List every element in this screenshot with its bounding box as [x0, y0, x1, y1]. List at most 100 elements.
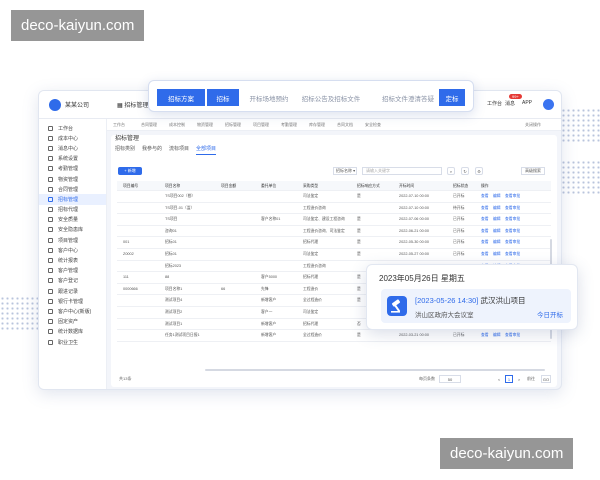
row-action-link[interactable]: 编辑: [493, 206, 501, 211]
sub-tab[interactable]: 流标项目: [169, 145, 189, 152]
sidebar-item[interactable]: 银行卡管理: [39, 296, 106, 306]
sidebar-item[interactable]: 招标代理: [39, 205, 106, 215]
row-action-link[interactable]: 查看审批: [505, 206, 520, 211]
row-action-link[interactable]: 编辑: [493, 194, 501, 199]
page-tab[interactable]: 工作台: [113, 122, 125, 128]
event-card[interactable]: [2023-05-26 14:30] 武汉洪山项目 洪山区政府大会议室 今日开标: [381, 289, 571, 323]
flow-step[interactable]: 定标: [439, 89, 465, 106]
row-action-link[interactable]: 编辑: [493, 333, 501, 338]
avatar[interactable]: [543, 99, 554, 110]
row-action-link[interactable]: 查看审批: [505, 252, 520, 257]
table-cell: 招标代理: [303, 240, 319, 245]
add-button[interactable]: + 新增: [118, 167, 142, 175]
sub-tab[interactable]: 全部项目: [196, 145, 217, 155]
sidebar-item[interactable]: 考勤管理: [39, 164, 106, 174]
column-header[interactable]: 委托单位: [261, 184, 276, 189]
column-header[interactable]: 项目金额: [221, 184, 236, 189]
column-header[interactable]: 操作: [481, 184, 489, 189]
settings-icon[interactable]: ⚙: [475, 167, 483, 175]
sub-tab[interactable]: 招标类别: [115, 145, 135, 152]
table-row[interactable]: Z0002 招标01 司法鉴定 是 2022-05-27 00:00 已开标 查看 编辑 查看审…: [117, 249, 551, 261]
row-action-link[interactable]: 编辑: [493, 252, 501, 257]
close-tabs-menu[interactable]: 关闭操作: [525, 122, 541, 128]
table-row[interactable]: 咨询01 工程造价咨询、司法鉴定 是 2022-06-21 00:00 已开标 查看 编辑查…: [117, 226, 551, 238]
table-row[interactable]: 001 招标01 招标代理 是 2022-05-30 00:00 已开标 查看 编辑 查看审批: [117, 237, 551, 249]
sidebar-item[interactable]: 物资管理: [39, 174, 106, 184]
sidebar-item[interactable]: 安全质量: [39, 215, 106, 225]
column-header[interactable]: 招标响应方式: [357, 184, 380, 189]
sub-tab[interactable]: 我参与的: [142, 145, 162, 152]
module-title[interactable]: ▦ 招标管理: [117, 100, 148, 109]
row-action-link[interactable]: 查看: [481, 194, 489, 199]
sidebar-item[interactable]: 客户中心(新版): [39, 306, 106, 316]
sidebar-item[interactable]: 统计报表: [39, 255, 106, 265]
page-tab[interactable]: 考勤管理: [281, 122, 297, 128]
horizontal-scrollbar[interactable]: [205, 369, 545, 371]
goto-button[interactable]: GO: [541, 375, 551, 383]
row-action-link[interactable]: 编辑: [493, 229, 501, 234]
page-tab[interactable]: 招标管理: [225, 122, 241, 128]
page-tab[interactable]: 项目管理: [253, 122, 269, 128]
sidebar-item[interactable]: 成本中心: [39, 133, 106, 143]
sidebar-item[interactable]: 工作台: [39, 123, 106, 133]
flow-step[interactable]: 招标: [207, 89, 239, 106]
prev-page-button[interactable]: <: [495, 375, 503, 383]
row-action-link[interactable]: 查看审批: [505, 333, 520, 338]
column-header[interactable]: 开标时间: [399, 184, 414, 189]
advanced-search-button[interactable]: 高级搜索: [521, 167, 545, 175]
row-action-link[interactable]: 查看: [481, 206, 489, 211]
column-header[interactable]: 项目编号: [123, 184, 138, 189]
flow-step[interactable]: 开标场地预约: [243, 89, 295, 106]
table-row[interactable]: TS项目-01（监） 工程造价咨询 2022-07-10 00:00 待开标 查看 编辑查…: [117, 203, 551, 215]
page-tab[interactable]: 合同文档: [337, 122, 353, 128]
column-header[interactable]: 项目名称: [165, 184, 180, 189]
search-field-select[interactable]: 招标名称 ▾: [333, 167, 357, 175]
row-action-link[interactable]: 查看: [481, 252, 489, 257]
sidebar-item[interactable]: 固定资产: [39, 317, 106, 327]
page-size-select[interactable]: 50: [439, 375, 461, 383]
next-page-button[interactable]: >: [515, 375, 523, 383]
row-action-link[interactable]: 查看: [481, 240, 489, 245]
sidebar-item[interactable]: 合同管理: [39, 184, 106, 194]
page-tab[interactable]: 合同管理: [141, 122, 157, 128]
sidebar-item[interactable]: 统计数据库: [39, 327, 106, 337]
sidebar-item[interactable]: 系统设置: [39, 154, 106, 164]
page-tab[interactable]: 库存管理: [309, 122, 325, 128]
row-action-link[interactable]: 查看审批: [505, 240, 520, 245]
row-action-link[interactable]: 查看审批: [505, 194, 520, 199]
app-link[interactable]: APP: [522, 100, 532, 106]
table-row[interactable]: 任务1测试项目日报1 新增客户 全过程造价 是 2022-03-21 00:00 已开标 查…: [117, 330, 551, 342]
column-header[interactable]: 招标状态: [453, 184, 468, 189]
sidebar-item[interactable]: 项目管理: [39, 235, 106, 245]
sidebar-item[interactable]: 客户管理: [39, 266, 106, 276]
table-row[interactable]: TS项目 客户名称01 司法鉴定、建设工程咨询 是 2022-07-06 00:00 已开…: [117, 214, 551, 226]
row-action-link[interactable]: 编辑: [493, 217, 501, 222]
sidebar-item[interactable]: 客户中心: [39, 245, 106, 255]
search-icon[interactable]: ⌕: [447, 167, 455, 175]
row-action-link[interactable]: 编辑: [493, 240, 501, 245]
row-action-link[interactable]: 查看审批: [505, 217, 520, 222]
column-header[interactable]: 采购类型: [303, 184, 318, 189]
flow-step[interactable]: 招标方案: [157, 89, 205, 106]
page-tab[interactable]: 成本控制: [169, 122, 185, 128]
page-tab[interactable]: 安全检查: [365, 122, 381, 128]
sidebar-item[interactable]: 职业卫生: [39, 337, 106, 347]
message-link[interactable]: 消息: [505, 100, 515, 107]
workspace-link[interactable]: 工作台: [487, 100, 502, 107]
row-action-link[interactable]: 查看: [481, 217, 489, 222]
flow-step[interactable]: 招标公告及招标文件: [299, 89, 363, 106]
sidebar-item[interactable]: 消息中心: [39, 143, 106, 153]
page-tab[interactable]: 物资管理: [197, 122, 213, 128]
sidebar-item[interactable]: 跟进记录: [39, 286, 106, 296]
row-action-link[interactable]: 查看审批: [505, 229, 520, 234]
row-action-link[interactable]: 查看: [481, 229, 489, 234]
table-row[interactable]: TS项目002（勘） 司法鉴定 是 2022-07-10 00:00 已开标 查看 编辑 查看…: [117, 191, 551, 203]
refresh-icon[interactable]: ↻: [461, 167, 469, 175]
row-action-link[interactable]: 查看: [481, 333, 489, 338]
search-input[interactable]: 请输入关键字: [362, 167, 442, 175]
sidebar-item[interactable]: 客户登记: [39, 276, 106, 286]
flow-step[interactable]: 招标文件澄清答疑: [379, 89, 437, 106]
sidebar-item[interactable]: 招标管理: [39, 194, 106, 205]
page-1-button[interactable]: 1: [505, 375, 513, 383]
sidebar-item[interactable]: 安全隐患库: [39, 225, 106, 235]
